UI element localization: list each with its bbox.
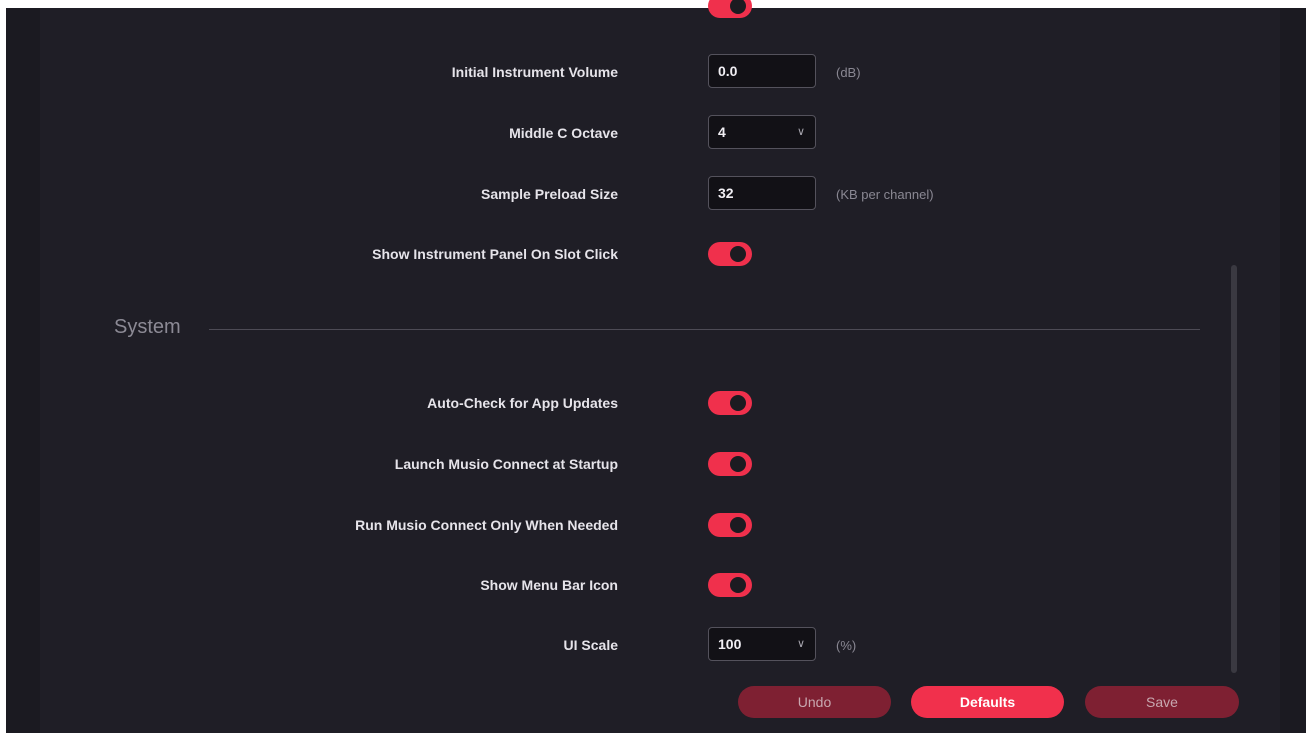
ui-scale-select[interactable]: 100 ∨ — [708, 627, 816, 661]
show-panel-toggle[interactable] — [708, 242, 752, 266]
toggle-knob — [730, 246, 746, 262]
cut-off-toggle[interactable] — [708, 0, 752, 18]
run-connect-label: Run Musio Connect Only When Needed — [355, 517, 618, 533]
ui-scale-value: 100 — [718, 636, 742, 652]
initial-volume-input[interactable]: 0.0 — [708, 54, 816, 88]
preload-unit: (KB per channel) — [836, 187, 934, 202]
toggle-knob — [730, 395, 746, 411]
toggle-knob — [730, 517, 746, 533]
ui-scale-unit: (%) — [836, 638, 857, 653]
initial-volume-label: Initial Instrument Volume — [451, 64, 618, 80]
middle-c-value: 4 — [718, 124, 726, 140]
defaults-button[interactable]: Defaults — [911, 686, 1064, 718]
middle-c-select[interactable]: 4 ∨ — [708, 115, 816, 149]
auto-check-label: Auto-Check for App Updates — [427, 395, 618, 411]
preload-input[interactable]: 32 — [708, 176, 816, 210]
preload-label: Sample Preload Size — [481, 186, 618, 202]
undo-button[interactable]: Undo — [738, 686, 891, 718]
show-panel-label: Show Instrument Panel On Slot Click — [372, 246, 618, 262]
toggle-knob — [730, 0, 746, 14]
chevron-down-icon: ∨ — [796, 126, 805, 138]
middle-c-label: Middle C Octave — [509, 125, 618, 141]
initial-volume-unit: (dB) — [836, 65, 861, 80]
ui-scale-label: UI Scale — [563, 637, 618, 653]
section-divider — [209, 329, 1200, 330]
toggle-knob — [730, 456, 746, 472]
section-title-system: System — [114, 316, 181, 338]
settings-panel: Initial Instrument Volume 0.0 (dB) Middl… — [40, 0, 1280, 733]
auto-check-toggle[interactable] — [708, 391, 752, 415]
chevron-down-icon: ∨ — [796, 638, 805, 650]
run-connect-toggle[interactable] — [708, 513, 752, 537]
save-button[interactable]: Save — [1085, 686, 1239, 718]
launch-connect-label: Launch Musio Connect at Startup — [394, 456, 618, 472]
window: Initial Instrument Volume 0.0 (dB) Middl… — [6, 0, 1306, 733]
scrollbar[interactable] — [1231, 265, 1237, 673]
menu-bar-toggle[interactable] — [708, 573, 752, 597]
menu-bar-label: Show Menu Bar Icon — [480, 577, 618, 593]
toggle-knob — [730, 577, 746, 593]
launch-connect-toggle[interactable] — [708, 452, 752, 476]
